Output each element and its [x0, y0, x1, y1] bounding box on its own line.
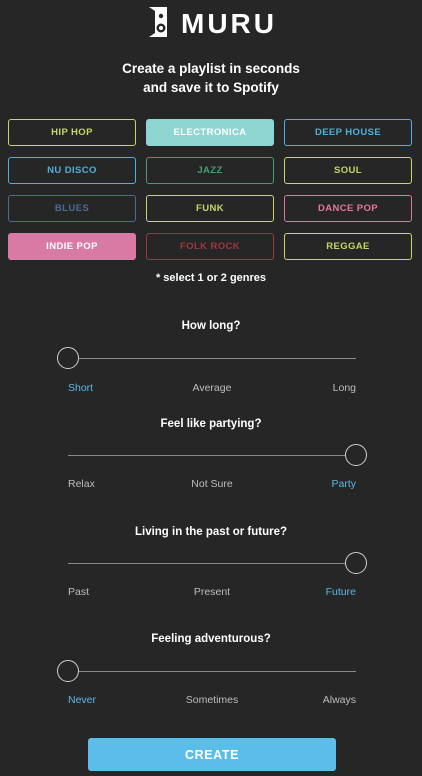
app-logo: MURU — [0, 4, 422, 44]
slider-knob[interactable] — [345, 552, 367, 574]
tagline-line-2: and save it to Spotify — [143, 80, 279, 95]
slider-option-label[interactable]: Not Sure — [191, 478, 232, 490]
create-button[interactable]: CREATE — [88, 738, 336, 771]
slider-option-label[interactable]: Never — [68, 694, 96, 706]
genre-hint: * select 1 or 2 genres — [155, 272, 267, 284]
genre-indie-pop[interactable]: INDIE POP — [8, 233, 136, 260]
genre-grid: HIP HOP ELECTRONICA DEEP HOUSE NU DISCO … — [8, 119, 412, 260]
genre-folk-rock[interactable]: FOLK ROCK — [146, 233, 274, 260]
genre-dance-pop[interactable]: DANCE POP — [284, 195, 412, 222]
genre-deep-house[interactable]: DEEP HOUSE — [284, 119, 412, 146]
slider-track[interactable] — [68, 671, 356, 672]
slider-track[interactable] — [68, 358, 356, 359]
slider-knob[interactable] — [57, 660, 79, 682]
genre-reggae[interactable]: REGGAE — [284, 233, 412, 260]
slider-option-label[interactable]: Average — [193, 382, 232, 394]
question-title: Living in the past or future? — [134, 526, 288, 538]
question-title: Feel like partying? — [160, 418, 262, 430]
slider-track[interactable] — [68, 455, 356, 456]
question-title: Feeling adventurous? — [151, 633, 271, 645]
slider-option-label[interactable]: Long — [333, 382, 356, 394]
question-title: How long? — [181, 320, 241, 332]
slider-knob[interactable] — [345, 444, 367, 466]
genre-blues[interactable]: BLUES — [8, 195, 136, 222]
slider-option-label[interactable]: Always — [323, 694, 356, 706]
slider-option-label[interactable]: Past — [68, 586, 89, 598]
genre-jazz[interactable]: JAZZ — [146, 157, 274, 184]
slider-option-label[interactable]: Future — [326, 586, 356, 598]
slider-track[interactable] — [68, 563, 356, 564]
slider-option-label[interactable]: Relax — [68, 478, 95, 490]
slider-option-label[interactable]: Sometimes — [186, 694, 239, 706]
genre-hip-hop[interactable]: HIP HOP — [8, 119, 136, 146]
slider-option-label[interactable]: Party — [331, 478, 356, 490]
genre-funk[interactable]: FUNK — [146, 195, 274, 222]
app-name: MURU — [181, 8, 277, 39]
speaker-icon — [145, 5, 171, 44]
genre-electronica[interactable]: ELECTRONICA — [146, 119, 274, 146]
tagline-line-1: Create a playlist in seconds — [122, 61, 300, 76]
genre-soul[interactable]: SOUL — [284, 157, 412, 184]
tagline: Create a playlist in seconds and save it… — [0, 59, 422, 97]
genre-nu-disco[interactable]: NU DISCO — [8, 157, 136, 184]
slider-knob[interactable] — [57, 347, 79, 369]
slider-option-label[interactable]: Present — [194, 586, 230, 598]
slider-option-label[interactable]: Short — [68, 382, 93, 394]
